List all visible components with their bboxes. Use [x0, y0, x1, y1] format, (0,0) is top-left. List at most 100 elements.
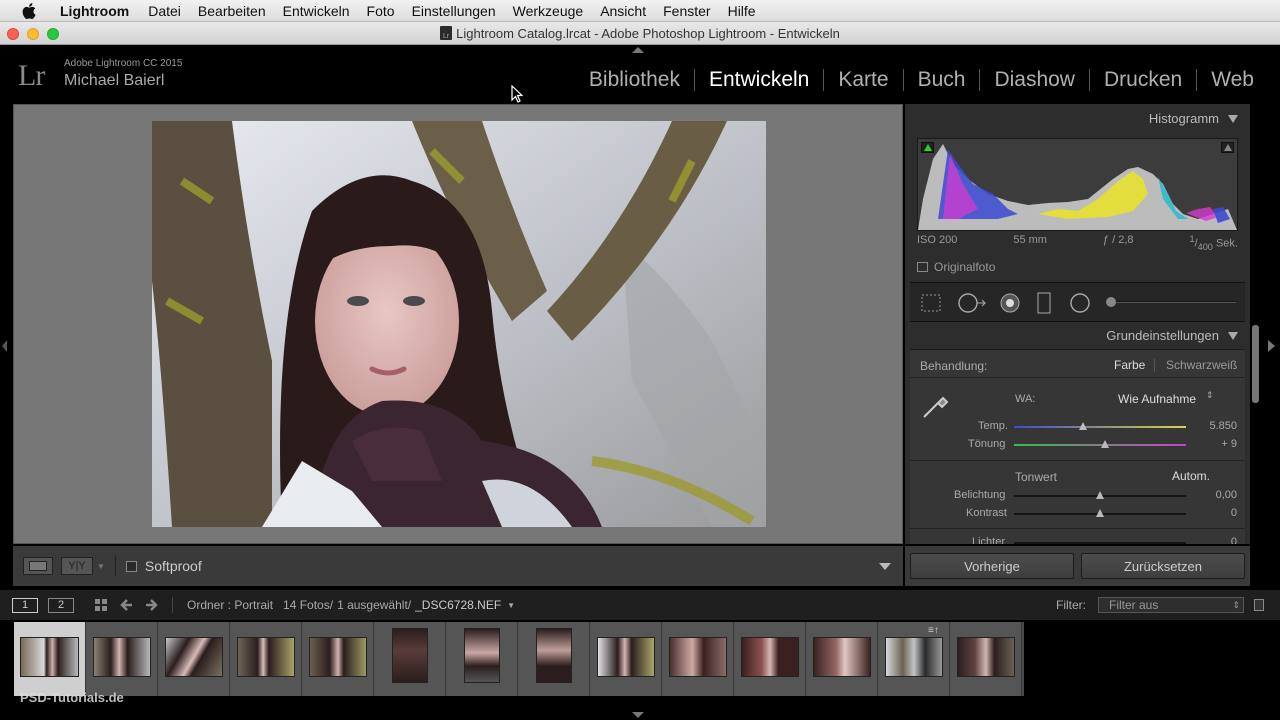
filmstrip-thumb[interactable] — [158, 622, 230, 696]
filmstrip-thumb[interactable] — [446, 622, 518, 696]
close-window-button[interactable] — [7, 28, 19, 40]
tint-slider-thumb[interactable] — [1101, 440, 1110, 448]
loupe-view-button[interactable] — [23, 557, 53, 575]
main-window-button[interactable]: 1 — [12, 597, 38, 613]
right-panel-scrollbar[interactable] — [1252, 325, 1259, 403]
forward-arrow-icon[interactable] — [144, 598, 158, 612]
red-eye-icon[interactable] — [998, 292, 1022, 314]
menu-bearbeiten[interactable]: Bearbeiten — [198, 3, 266, 19]
treatment-color-option[interactable]: Farbe — [1114, 358, 1145, 372]
temp-slider[interactable] — [1014, 426, 1186, 428]
menu-app[interactable]: Lightroom — [60, 3, 129, 19]
filmstrip-thumb[interactable] — [374, 622, 446, 696]
filmstrip-thumb[interactable] — [590, 622, 662, 696]
collapse-top-panel-icon[interactable] — [632, 47, 644, 53]
toolbar-menu-icon[interactable] — [879, 562, 891, 570]
auto-tone-button[interactable]: Autom. — [1172, 469, 1210, 483]
treatment-bw-option[interactable]: Schwarzweiß — [1166, 358, 1237, 372]
wb-select-arrows-icon[interactable]: ⇕ — [1206, 390, 1214, 401]
filmstrip-thumb[interactable] — [518, 622, 590, 696]
module-drucken[interactable]: Drucken — [1088, 69, 1196, 91]
module-diashow[interactable]: Diashow — [979, 69, 1089, 91]
temp-slider-thumb[interactable] — [1078, 422, 1087, 430]
filter-label: Filter: — [1056, 598, 1086, 612]
graduated-filter-icon[interactable] — [1036, 291, 1052, 315]
spot-removal-icon[interactable] — [957, 292, 989, 314]
menu-hilfe[interactable]: Hilfe — [728, 3, 756, 19]
exposure-slider-thumb[interactable] — [1096, 491, 1104, 499]
menu-ansicht[interactable]: Ansicht — [600, 3, 646, 19]
adjustment-brush-knob[interactable] — [1106, 297, 1116, 307]
tint-slider[interactable] — [1014, 444, 1186, 446]
histogram-header[interactable]: Histogramm — [1149, 111, 1238, 126]
collapse-bottom-panel-icon[interactable] — [632, 712, 644, 718]
zoom-window-button[interactable] — [47, 28, 59, 40]
filmstrip-thumb[interactable] — [14, 622, 86, 696]
original-photo-toggle[interactable]: Originalfoto — [917, 260, 995, 274]
left-panel-toggle-icon[interactable] — [2, 340, 7, 352]
second-window-button[interactable]: 2 — [48, 597, 74, 613]
filmstrip-thumb[interactable] — [302, 622, 374, 696]
right-panel-toggle-icon[interactable] — [1268, 340, 1275, 352]
filmstrip-thumb[interactable] — [86, 622, 158, 696]
menu-datei[interactable]: Datei — [148, 3, 181, 19]
shadow-clipping-icon[interactable] — [921, 142, 934, 153]
stack-badge-icon[interactable]: ≡↑ — [928, 625, 946, 636]
histogram[interactable] — [917, 138, 1238, 231]
contrast-slider-thumb[interactable] — [1096, 509, 1104, 517]
radial-filter-icon[interactable] — [1068, 292, 1092, 314]
loupe-view[interactable] — [13, 104, 903, 544]
highlights-slider[interactable] — [1014, 542, 1186, 544]
minimize-window-button[interactable] — [27, 28, 39, 40]
filmstrip-thumb[interactable] — [806, 622, 878, 696]
apple-icon[interactable] — [22, 2, 36, 19]
previous-button[interactable]: Vorherige — [910, 553, 1074, 579]
filename-dropdown-icon[interactable]: ▼ — [507, 601, 515, 610]
histogram-title: Histogramm — [1148, 111, 1219, 126]
menu-entwickeln[interactable]: Entwickeln — [283, 3, 350, 19]
selected-count: 1 ausgewählt/ — [337, 598, 412, 612]
menu-foto[interactable]: Foto — [367, 3, 395, 19]
highlights-value[interactable]: 0 — [1192, 536, 1237, 544]
filmstrip-thumb[interactable] — [662, 622, 734, 696]
filmstrip-thumb[interactable] — [230, 622, 302, 696]
source-label[interactable]: Ordner : Portrait — [187, 598, 273, 612]
highlights-label: Lichter — [972, 536, 1006, 544]
original-photo-label: Originalfoto — [934, 260, 996, 274]
module-buch[interactable]: Buch — [902, 69, 980, 91]
module-entwickeln[interactable]: Entwickeln — [693, 69, 823, 91]
filmstrip-thumb[interactable] — [734, 622, 806, 696]
filter-lock-icon[interactable] — [1254, 599, 1264, 611]
reset-button[interactable]: Zurücksetzen — [1081, 553, 1245, 579]
window-title: Lightroom Catalog.lrcat - Adobe Photosho… — [456, 25, 840, 41]
grid-view-icon[interactable] — [94, 598, 108, 612]
white-balance-eyedropper-icon[interactable] — [920, 388, 952, 420]
filmstrip-thumb[interactable] — [950, 622, 1022, 696]
before-after-icon: Y|Y — [68, 560, 86, 572]
softproof-checkbox[interactable] — [125, 560, 137, 572]
wb-value-select[interactable]: Wie Aufnahme — [1118, 392, 1196, 406]
panel-button-row: Vorherige Zurücksetzen — [905, 546, 1250, 586]
exposure-value[interactable]: 0,00 — [1192, 489, 1237, 501]
current-filename[interactable]: _DSC6728.NEF — [415, 598, 501, 612]
filmstrip[interactable] — [14, 622, 1024, 696]
module-karte[interactable]: Karte — [823, 69, 902, 91]
filter-select[interactable]: Filter aus ⇕ — [1098, 597, 1244, 613]
back-arrow-icon[interactable] — [120, 598, 134, 612]
module-bibliothek[interactable]: Bibliothek — [575, 69, 694, 91]
module-web[interactable]: Web — [1196, 69, 1268, 91]
tint-value[interactable]: + 9 — [1192, 438, 1237, 450]
before-after-dropdown-icon[interactable]: ▼ — [97, 562, 105, 571]
menu-einstellungen[interactable]: Einstellungen — [412, 3, 496, 19]
menu-werkzeuge[interactable]: Werkzeuge — [513, 3, 584, 19]
before-after-button[interactable]: Y|Y — [61, 557, 93, 575]
highlight-clipping-icon[interactable] — [1221, 142, 1234, 153]
menu-fenster[interactable]: Fenster — [663, 3, 710, 19]
temp-value[interactable]: 5.850 — [1192, 420, 1237, 432]
contrast-value[interactable]: 0 — [1192, 507, 1237, 519]
original-photo-checkbox[interactable] — [917, 262, 928, 272]
basic-header[interactable]: Grundeinstellungen — [1106, 328, 1238, 343]
loupe-view-icon — [29, 561, 47, 571]
crop-overlay-icon[interactable] — [920, 293, 942, 313]
adjustment-brush-slider[interactable] — [1106, 297, 1236, 307]
